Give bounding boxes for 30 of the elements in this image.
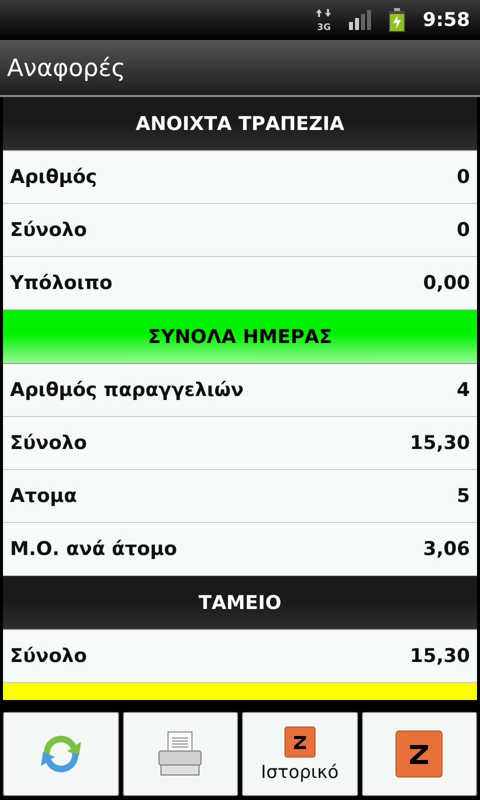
row-label: Σύνολο (10, 432, 87, 454)
printer-icon (158, 731, 202, 777)
print-button[interactable] (122, 712, 238, 796)
section-title: ΑΝΟΙΧΤΑ ΤΡΑΠΕΖΙΑ (136, 112, 344, 134)
history-button[interactable]: Ιστορικό (242, 712, 358, 796)
row-label: Μ.Ο. ανά άτομο (10, 538, 178, 560)
section-title: ΣΥΝΟΛΑ ΗΜΕΡΑΣ (148, 326, 332, 348)
row-label: Αριθμός παραγγελιών (10, 379, 244, 401)
row-label: Υπόλοιπο (10, 272, 112, 294)
row-label: Ατομα (10, 485, 77, 507)
row-value: 5 (456, 485, 470, 507)
row-label: Σύνολο (10, 219, 87, 241)
row-value: 0,00 (423, 272, 470, 294)
row-value: 0 (456, 166, 470, 188)
z-icon (284, 726, 316, 758)
row-value: 15,30 (410, 645, 470, 667)
refresh-button[interactable] (3, 712, 118, 796)
z-icon (395, 730, 444, 778)
row-value: 15,30 (410, 432, 470, 454)
row-label: Σύνολο (10, 645, 87, 667)
section-title: ΤΑΜΕΙΟ (198, 592, 282, 614)
row-label: Αριθμός (10, 166, 98, 188)
row-value: 0 (456, 219, 470, 241)
screen-title: Αναφορές (7, 54, 126, 82)
row-value: 4 (456, 379, 470, 401)
row-value: 3,06 (423, 538, 470, 560)
signal-icon (348, 10, 373, 30)
z-report-button[interactable] (362, 712, 477, 796)
battery-charging-icon (388, 8, 405, 32)
clock: 9:58 (422, 9, 470, 31)
